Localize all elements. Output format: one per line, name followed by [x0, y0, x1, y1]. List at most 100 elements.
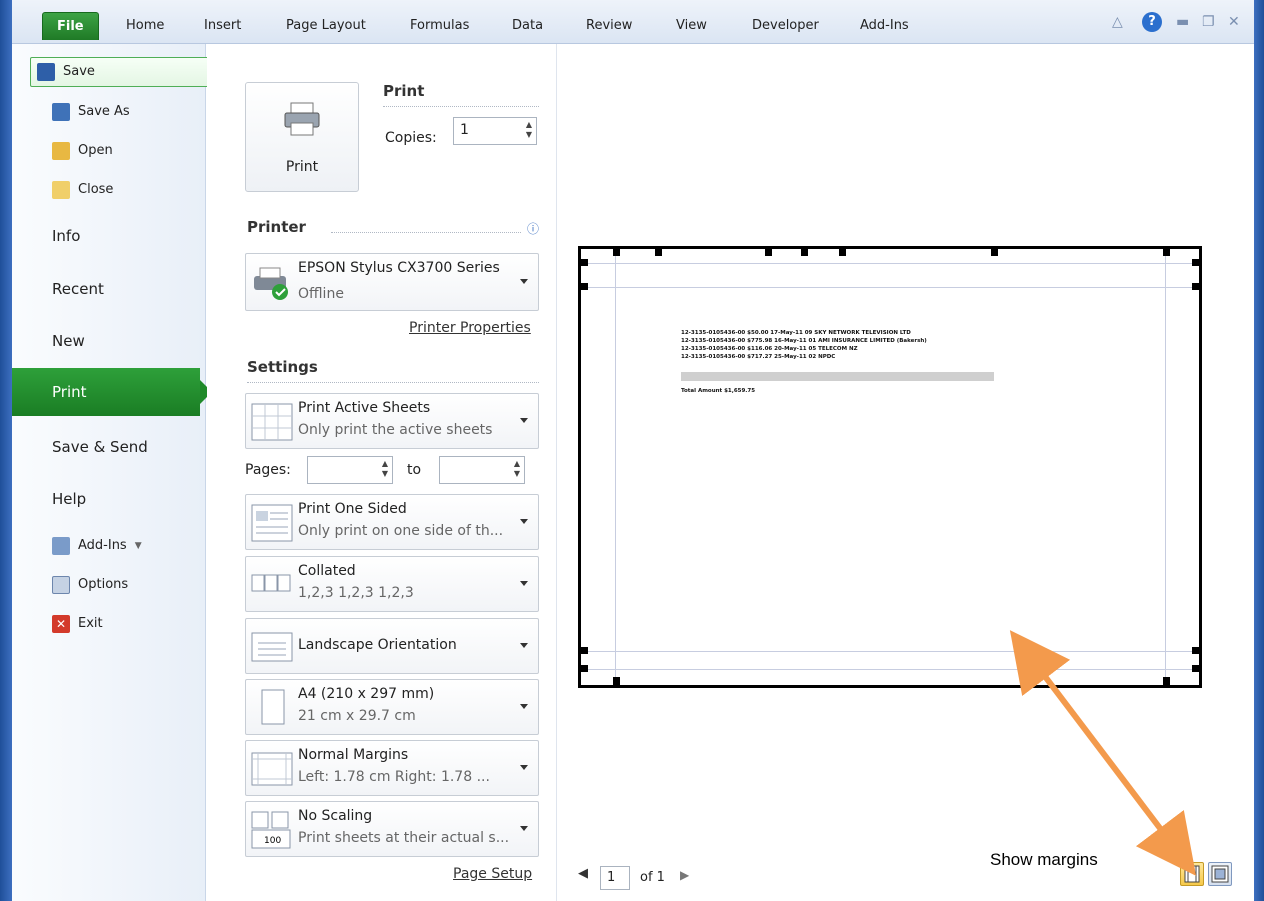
tab-file[interactable]: File: [42, 12, 99, 40]
help-icon[interactable]: ?: [1142, 12, 1162, 32]
tab-add-ins[interactable]: Add-Ins: [854, 12, 915, 40]
printer-name: EPSON Stylus CX3700 Series: [298, 260, 500, 276]
restore-icon[interactable]: ❐: [1202, 14, 1215, 30]
nav-exit[interactable]: ✕ Exit: [52, 609, 103, 639]
nav-info[interactable]: Info: [52, 227, 80, 245]
print-settings-panel: Print Print Copies: 1 ▲ ▼ Printer ⓘ EPSON…: [207, 44, 557, 901]
dropdown-arrow-icon: [520, 418, 528, 423]
printer-header: Printer: [247, 218, 306, 236]
tab-page-layout[interactable]: Page Layout: [280, 12, 372, 40]
dropdown-arrow-icon: [520, 581, 528, 586]
window-border-right: [1254, 0, 1264, 901]
close-folder-icon: [52, 181, 70, 199]
orientation-title: Landscape Orientation: [298, 637, 457, 653]
scaling-sub: Print sheets at their actual s...: [298, 830, 510, 846]
paper-size-sub: 21 cm x 29.7 cm: [298, 708, 416, 724]
copies-stepper[interactable]: 1 ▲ ▼: [453, 117, 537, 145]
spin-icon[interactable]: ▲ ▼: [514, 459, 520, 479]
margins-icon: [251, 752, 293, 786]
nav-new[interactable]: New: [52, 332, 85, 350]
exit-icon: ✕: [52, 615, 70, 633]
nav-save[interactable]: Save: [30, 57, 210, 87]
dropdown-arrow-icon: [520, 519, 528, 524]
margins-sub: Left: 1.78 cm Right: 1.78 ...: [298, 769, 490, 785]
nav-add-ins[interactable]: Add-Ins ▼: [52, 531, 142, 561]
add-ins-icon: [52, 537, 70, 555]
pages-from-input[interactable]: ▲ ▼: [307, 456, 393, 484]
paper-icon: [261, 689, 285, 725]
nav-options[interactable]: Options: [52, 570, 128, 600]
copies-value: 1: [460, 122, 469, 138]
nav-add-ins-label: Add-Ins: [78, 538, 127, 553]
orientation-dropdown[interactable]: Landscape Orientation: [245, 618, 539, 674]
collation-sub: 1,2,3 1,2,3 1,2,3: [298, 585, 414, 601]
sheets-icon: [251, 403, 293, 441]
nav-save-as[interactable]: Save As: [52, 97, 130, 127]
excel-window: File Home Insert Page Layout Formulas Da…: [0, 0, 1264, 901]
copies-label: Copies:: [385, 130, 437, 146]
collation-dropdown[interactable]: Collated 1,2,3 1,2,3 1,2,3: [245, 556, 539, 612]
nav-close[interactable]: Close: [52, 175, 113, 205]
sides-dropdown[interactable]: Print One Sided Only print on one side o…: [245, 494, 539, 550]
page-setup-link[interactable]: Page Setup: [453, 866, 532, 882]
tab-data[interactable]: Data: [506, 12, 549, 40]
nav-print[interactable]: Print: [12, 368, 212, 416]
info-icon[interactable]: ⓘ: [527, 220, 539, 237]
print-button[interactable]: Print: [245, 82, 359, 192]
dropdown-arrow-icon: [520, 643, 528, 648]
tab-insert[interactable]: Insert: [198, 12, 247, 40]
printer-status-icon: [254, 267, 288, 300]
landscape-icon: [251, 632, 293, 662]
nav-close-label: Close: [78, 182, 114, 197]
pages-to-input[interactable]: ▲ ▼: [439, 456, 525, 484]
printer-properties-link[interactable]: Printer Properties: [409, 320, 531, 336]
paper-size-dropdown[interactable]: A4 (210 x 297 mm) 21 cm x 29.7 cm: [245, 679, 539, 735]
nav-open-label: Open: [78, 143, 113, 158]
ribbon-tabs: File Home Insert Page Layout Formulas Da…: [12, 0, 1254, 44]
one-sided-icon: [251, 504, 293, 542]
print-what-sub: Only print the active sheets: [298, 422, 493, 438]
minimize-ribbon-icon[interactable]: △: [1112, 14, 1123, 30]
close-window-icon[interactable]: ✕: [1228, 14, 1240, 30]
tab-home[interactable]: Home: [120, 12, 170, 40]
nav-exit-label: Exit: [78, 616, 103, 631]
sides-title: Print One Sided: [298, 501, 407, 517]
nav-open[interactable]: Open: [52, 136, 113, 166]
print-button-label: Print: [285, 159, 319, 175]
scaling-icon-number: 100: [264, 836, 281, 846]
settings-header: Settings: [247, 358, 318, 376]
scaling-title: No Scaling: [298, 808, 373, 824]
nav-help[interactable]: Help: [52, 490, 86, 508]
backstage-nav: Save Save As Open Close Info Recent New …: [12, 44, 210, 901]
collation-title: Collated: [298, 563, 356, 579]
save-as-icon: [52, 103, 70, 121]
print-what-dropdown[interactable]: Print Active Sheets Only print the activ…: [245, 393, 539, 449]
options-icon: [52, 576, 70, 594]
dropdown-arrow-icon: [520, 704, 528, 709]
tab-formulas[interactable]: Formulas: [404, 12, 475, 40]
margins-dropdown[interactable]: Normal Margins Left: 1.78 cm Right: 1.78…: [245, 740, 539, 796]
nav-save-label: Save: [63, 64, 95, 79]
tab-view[interactable]: View: [670, 12, 713, 40]
spin-icon[interactable]: ▲ ▼: [526, 120, 532, 140]
scaling-icon: 100: [251, 811, 291, 849]
collated-icon: [251, 574, 291, 592]
minimize-icon[interactable]: ▬: [1176, 14, 1189, 30]
tab-developer[interactable]: Developer: [746, 12, 825, 40]
scaling-dropdown[interactable]: 100 No Scaling Print sheets at their act…: [245, 801, 539, 857]
printer-icon: [284, 102, 320, 136]
nav-recent[interactable]: Recent: [52, 280, 104, 298]
tab-review[interactable]: Review: [580, 12, 638, 40]
spin-icon[interactable]: ▲ ▼: [382, 459, 388, 479]
window-border-left: [0, 0, 12, 901]
nav-save-send[interactable]: Save & Send: [52, 438, 148, 456]
printer-status: Offline: [298, 286, 344, 302]
dropdown-arrow-icon: [520, 279, 528, 284]
paper-size-title: A4 (210 x 297 mm): [298, 686, 435, 702]
annotation-arrow: [1009, 630, 1197, 876]
nav-save-as-label: Save As: [78, 104, 130, 119]
print-preview-area: 12-3135-0105436-00 $50.00 17-May-11 09 S…: [558, 44, 1254, 901]
dropdown-arrow-icon: [520, 765, 528, 770]
dropdown-arrow-icon: [520, 826, 528, 831]
printer-dropdown[interactable]: EPSON Stylus CX3700 Series Offline: [245, 253, 539, 311]
